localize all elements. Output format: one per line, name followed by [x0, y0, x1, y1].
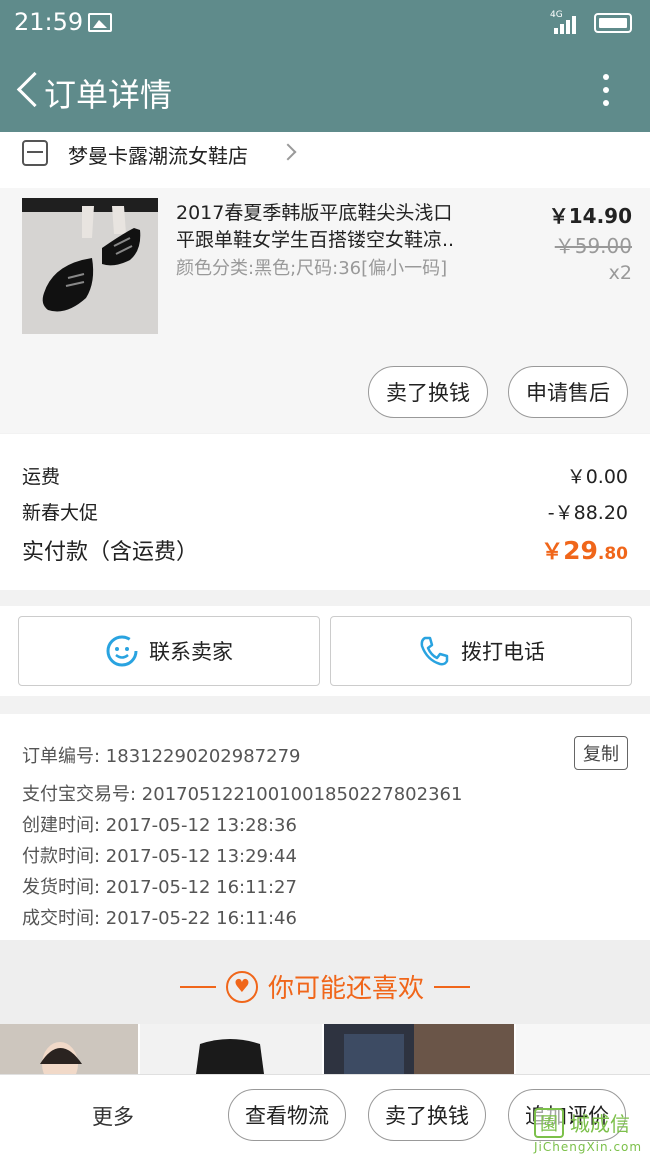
product-name[interactable]: 2017春夏季韩版平底鞋尖头浅口 平跟单鞋女学生百搭镂空女鞋凉..	[176, 200, 496, 254]
recommend-item[interactable]	[140, 1024, 322, 1074]
recommend-item[interactable]	[516, 1024, 650, 1074]
call-phone-button[interactable]: 拨打电话	[330, 616, 632, 686]
product-image[interactable]	[22, 198, 158, 334]
product-card[interactable]: 2017春夏季韩版平底鞋尖头浅口 平跟单鞋女学生百搭镂空女鞋凉.. 颜色分类:黑…	[0, 188, 650, 433]
view-logistics-button[interactable]: 查看物流	[228, 1089, 346, 1141]
shop-row[interactable]: 梦曼卡露潮流女鞋店	[0, 132, 650, 188]
chat-smile-icon	[106, 635, 138, 667]
watermark-brand: 城成信	[570, 1112, 630, 1136]
total-label: 实付款（含运费）	[22, 540, 199, 565]
watermark-icon: 園	[534, 1108, 564, 1138]
battery-icon	[594, 13, 632, 33]
back-icon[interactable]	[14, 70, 46, 110]
status-bar: 21:59 4G	[0, 0, 650, 46]
shipping-value: ￥0.00	[566, 466, 628, 488]
sell-button[interactable]: 卖了换钱	[368, 366, 488, 418]
call-phone-label: 拨打电话	[461, 640, 545, 664]
contact-seller-button[interactable]: 联系卖家	[18, 616, 320, 686]
contact-section: 联系卖家 拨打电话	[0, 606, 650, 696]
watermark-url: JiChengXin.com	[534, 1140, 643, 1154]
paid-time: 付款时间: 2017-05-12 13:29:44	[22, 846, 297, 867]
order-number: 订单编号: 18312290202987279	[22, 746, 301, 767]
store-icon	[22, 140, 48, 166]
product-name-line1: 2017春夏季韩版平底鞋尖头浅口	[176, 202, 453, 224]
total-integer: 29	[563, 536, 598, 565]
heart-icon: ♥	[225, 970, 258, 1003]
product-name-line2: 平跟单鞋女学生百搭镂空女鞋凉..	[176, 229, 455, 251]
promo-value: -￥88.20	[547, 502, 628, 524]
total-currency: ￥	[541, 540, 564, 565]
total-row: 实付款（含运费） ￥29.80	[22, 534, 628, 566]
image-notification-icon	[88, 13, 112, 32]
network-type: 4G	[550, 10, 563, 20]
shipping-row: 运费 ￥0.00	[22, 462, 628, 489]
copy-button[interactable]: 复制	[574, 736, 628, 770]
recommend-thumbnails	[0, 1024, 650, 1086]
recommend-title: 你可能还喜欢	[267, 974, 424, 1004]
alipay-number: 支付宝交易号: 2017051221001001850227802361	[22, 784, 463, 805]
recommend-section: ♥ 你可能还喜欢	[0, 940, 650, 1024]
promo-row: 新春大促 -￥88.20	[22, 498, 628, 525]
contact-seller-label: 联系卖家	[149, 640, 233, 664]
created-time: 创建时间: 2017-05-12 13:28:36	[22, 815, 297, 836]
more-button[interactable]: 更多	[92, 1101, 134, 1131]
product-quantity: x2	[608, 262, 632, 284]
product-original-price: ￥59.00	[554, 234, 632, 258]
phone-icon	[420, 636, 449, 666]
page-title: 订单详情	[44, 76, 173, 114]
signal-icon: 4G	[550, 10, 580, 34]
total-decimal: .80	[597, 544, 628, 564]
title-bar: 订单详情	[0, 46, 650, 132]
fee-summary: 运费 ￥0.00 新春大促 -￥88.20 实付款（含运费） ￥29.80	[0, 434, 650, 590]
watermark-logo: 園 城成信 JiChengXin.com	[530, 1104, 648, 1154]
product-sku: 颜色分类:黑色;尺码:36[偏小一码]	[176, 258, 448, 279]
product-price: ￥14.90	[548, 204, 632, 228]
shop-name: 梦曼卡露潮流女鞋店	[68, 144, 248, 168]
divider-left	[179, 985, 216, 988]
completed-time: 成交时间: 2017-05-22 16:11:46	[22, 908, 297, 929]
divider-right	[434, 985, 470, 988]
recommend-header: ♥ 你可能还喜欢	[0, 968, 650, 1005]
after-sale-button[interactable]: 申请售后	[508, 366, 628, 418]
recommend-item[interactable]	[0, 1024, 138, 1086]
more-menu-icon[interactable]	[596, 72, 616, 108]
chevron-right-icon	[279, 143, 297, 161]
total-amount: ￥29.80	[541, 534, 628, 566]
shipping-label: 运费	[22, 466, 61, 488]
status-time: 21:59	[14, 8, 84, 36]
recommend-item[interactable]	[324, 1024, 514, 1074]
shipped-time: 发货时间: 2017-05-12 16:11:27	[22, 877, 297, 898]
order-info: 订单编号: 18312290202987279 复制 支付宝交易号: 20170…	[0, 714, 650, 940]
promo-label: 新春大促	[22, 502, 99, 524]
sell-for-cash-button[interactable]: 卖了换钱	[368, 1089, 486, 1141]
